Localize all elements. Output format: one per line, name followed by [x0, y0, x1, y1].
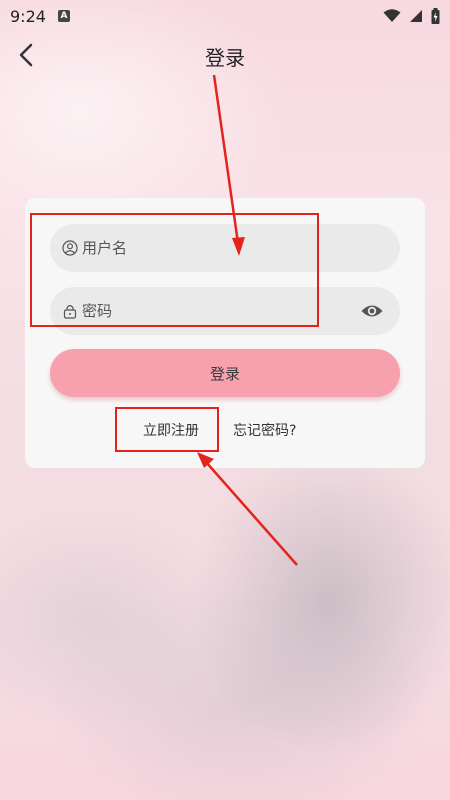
- annotation-arrow-fields: [212, 74, 245, 256]
- annotation-arrow-register: [197, 452, 298, 566]
- annotation-arrows: [197, 74, 298, 566]
